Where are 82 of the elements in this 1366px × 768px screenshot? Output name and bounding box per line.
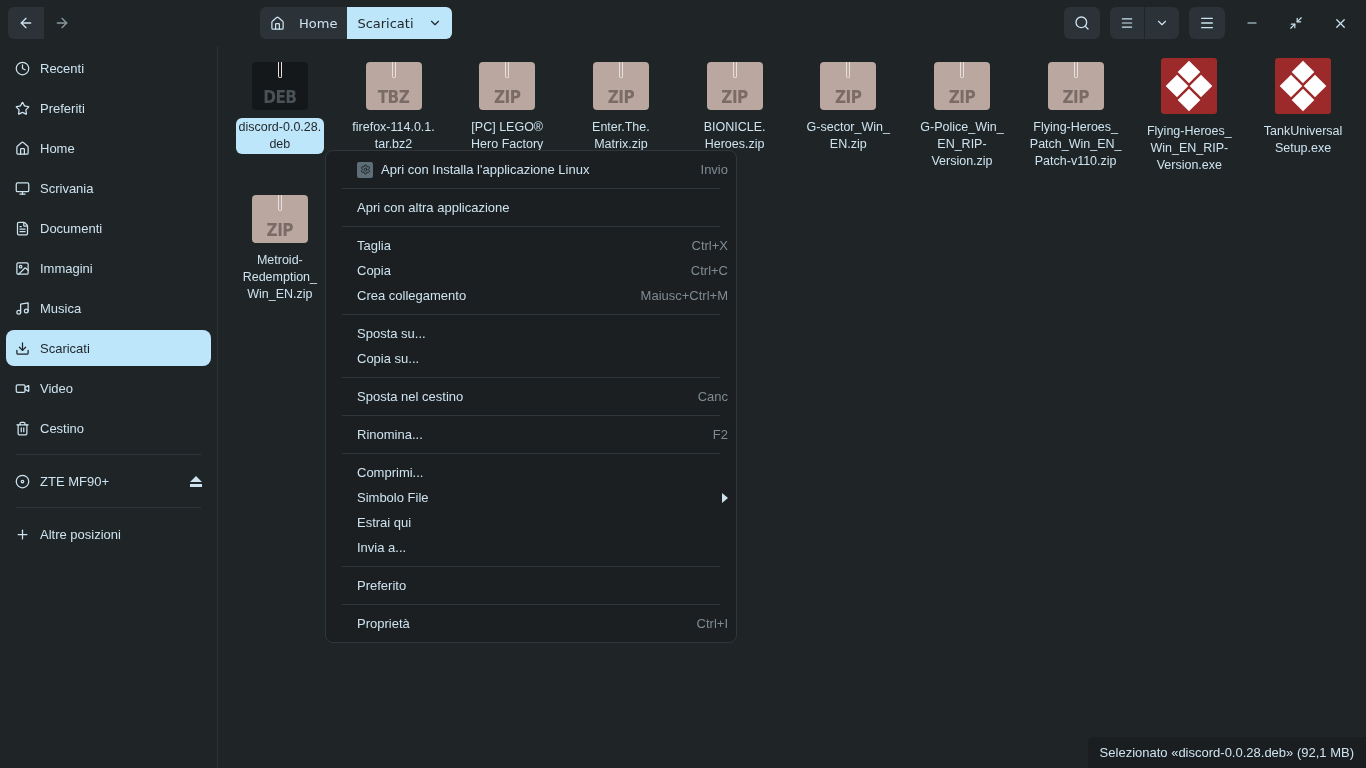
sidebar-item[interactable]: Documenti (6, 210, 211, 246)
place-icon (15, 300, 30, 316)
menu-item[interactable]: Apri con Installa l'applicazione Linux Invio (326, 157, 736, 182)
file-name[interactable]: BIONICLE. Heroes.zip (700, 118, 769, 154)
place-icon (15, 340, 30, 356)
file-name[interactable]: Flying-Heroes_ Win_EN_RIP- Version.exe (1143, 122, 1235, 175)
shortcut-text: F2 (712, 427, 728, 442)
home-icon (270, 15, 285, 31)
place-icon (15, 260, 30, 276)
menu-item[interactable]: Comprimi... (326, 460, 736, 485)
shortcut-text: Invio (700, 162, 728, 177)
back-button[interactable] (8, 7, 44, 39)
archive-file-icon: ZIP (251, 195, 308, 243)
sidebar-item[interactable]: Cestino (6, 410, 211, 446)
diamond-app-icon (1161, 58, 1218, 114)
menu-item[interactable]: Rinomina... F2 (326, 422, 736, 447)
restore-icon (1289, 16, 1303, 30)
menu-item[interactable]: Invia a... (326, 535, 736, 560)
sidebar-item[interactable]: Preferiti (6, 90, 211, 126)
file-name[interactable]: TankUniversal Setup.exe (1260, 122, 1346, 158)
menu-item[interactable]: Sposta su... (326, 321, 736, 346)
file-name[interactable]: Enter.The. Matrix.zip (589, 118, 653, 154)
place-icon (15, 180, 30, 196)
menu-item[interactable]: Apri con altra applicazione (326, 195, 736, 220)
view-list-button[interactable] (1110, 7, 1144, 39)
place-icon (15, 60, 30, 76)
disc-icon (15, 473, 30, 489)
menu-item[interactable]: Sposta nel cestino Canc (326, 384, 736, 409)
shortcut-text: Maiusc+Ctrl+M (640, 288, 728, 303)
menu-item[interactable]: Proprietà Ctrl+I (326, 611, 736, 636)
place-icon (15, 220, 30, 236)
search-icon (1074, 15, 1090, 31)
menu-item[interactable]: Copia Ctrl+C (326, 258, 736, 283)
diamond-app-icon (1275, 58, 1332, 114)
forward-arrow-icon (54, 15, 70, 31)
sidebar-item[interactable]: Immagini (6, 250, 211, 286)
file-name[interactable]: Metroid- Redemption_ Win_EN.zip (239, 251, 320, 304)
archive-file-icon: ZIP (820, 62, 877, 110)
menu-icon (1199, 15, 1215, 31)
place-icon (15, 140, 30, 156)
menu-item[interactable]: Preferito (326, 573, 736, 598)
sidebar-item[interactable]: Recenti (6, 50, 211, 86)
place-icon (15, 100, 30, 116)
archive-file-icon: ZIP (479, 62, 536, 110)
file-name[interactable]: G-Police_Win_ EN_RIP- Version.zip (917, 118, 1007, 171)
shortcut-text: Ctrl+X (691, 238, 728, 253)
menu-item[interactable]: Estrai qui (326, 510, 736, 535)
menu-item[interactable]: Taglia Ctrl+X (326, 233, 736, 258)
file-name[interactable]: G-sector_Win_ EN.zip (803, 118, 893, 154)
sidebar-item[interactable]: Video (6, 370, 211, 406)
shortcut-text: Ctrl+C (690, 263, 728, 278)
sidebar-item[interactable]: Musica (6, 290, 211, 326)
file-name[interactable]: [PC] LEGO® Hero Factory (468, 118, 547, 154)
file-name[interactable]: firefox-114.0.1. tar.bz2 (349, 118, 438, 154)
sidebar-item[interactable]: Altre posizioni (6, 516, 211, 552)
place-icon (15, 420, 30, 436)
menu-button[interactable] (1189, 7, 1225, 39)
sidebar-item[interactable]: Home (6, 130, 211, 166)
shortcut-text: Ctrl+I (696, 616, 728, 631)
status-text: Selezionato «discord-0.0.28.deb» (92,1 MB) (1087, 737, 1366, 768)
menu-item[interactable]: Crea collegamento Maiusc+Ctrl+M (326, 283, 736, 308)
archive-file-icon: ZIP (592, 62, 649, 110)
search-button[interactable] (1064, 7, 1100, 39)
sidebar-item[interactable]: Scrivania (6, 170, 211, 206)
archive-file-icon: ZIP (706, 62, 763, 110)
shortcut-text: Canc (697, 389, 728, 404)
archive-file-icon: DEB (251, 62, 308, 110)
gear-icon (357, 161, 373, 178)
path-button[interactable]: Scaricati (347, 7, 452, 39)
path-button[interactable]: Home (260, 7, 348, 39)
file-name[interactable]: discord-0.0.28. deb (235, 118, 325, 154)
archive-file-icon: ZIP (1047, 62, 1104, 110)
sidebar-item[interactable]: ZTE MF90+ (6, 463, 211, 499)
list-icon (1120, 16, 1134, 30)
file-name[interactable]: Flying-Heroes_ Patch_Win_EN_ Patch-v110.zip (1026, 118, 1125, 171)
menu-item[interactable]: Copia su... (326, 346, 736, 371)
menu-item[interactable]: Simbolo File (326, 485, 736, 510)
plus-icon (15, 526, 30, 542)
sidebar-item[interactable]: Scaricati (6, 330, 211, 366)
archive-file-icon: ZIP (933, 62, 990, 110)
submenu-arrow-icon (722, 492, 728, 503)
archive-file-icon: TBZ (365, 62, 422, 110)
